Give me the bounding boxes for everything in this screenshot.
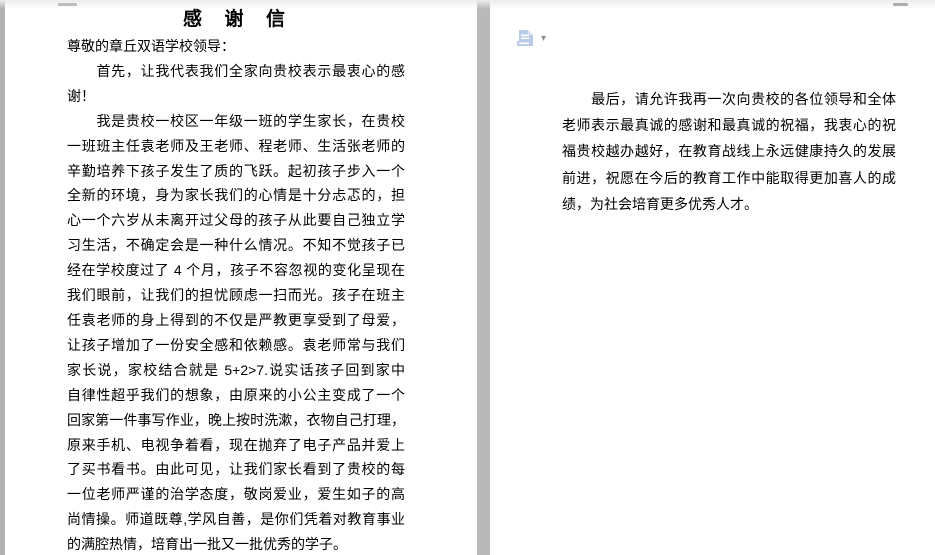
page-gutter (477, 0, 490, 555)
text-line[interactable]: 前进，祝愿在今后的教育工作中能取得更加喜人的成 (562, 165, 896, 191)
letter-body-page-1[interactable]: 尊敬的章丘双语学校领导： 首先，让我代表我们全家向贵校表示最衷心的感 谢！ 我是贵… (67, 34, 405, 555)
top-edge-handle-right (893, 3, 908, 6)
text-line[interactable]: 一班班主任袁老师及王老师、程老师、生活张老师的 (67, 134, 405, 159)
text-line[interactable]: 家长说，家校结合就是 5+2>7.说实话孩子回到家中 (67, 358, 405, 383)
text-line[interactable]: 自律性超乎我们的想象，由原来的小公主变成了一个 (67, 383, 405, 408)
top-edge-handle-left (58, 3, 77, 6)
paste-options-icon (515, 28, 537, 50)
text-line[interactable]: 一位老师严谨的治学态度，敬岗爱业，爱生如子的高 (67, 482, 405, 507)
text-line[interactable]: 我是贵校一校区一年级一班的学生家长，在贵校 (67, 109, 405, 134)
text-line[interactable]: 绩，为社会培育更多优秀人才。 (562, 191, 896, 217)
text-line[interactable]: 的满腔热情，培育出一批又一批优秀的学子。 (67, 532, 405, 555)
text-line[interactable]: 原来手机、电视争着看，现在抛弃了电子产品并爱上 (67, 433, 405, 458)
letter-body-page-2[interactable]: 最后，请允许我再一次向贵校的各位领导和全体 老师表示最真诚的感谢和最真诚的祝福，我… (562, 86, 896, 217)
text-line[interactable]: 老师表示最真诚的感谢和最真诚的祝福，我衷心的祝 (562, 112, 896, 138)
page-2-text-area[interactable]: 最后，请允许我再一次向贵校的各位领导和全体 老师表示最真诚的感谢和最真诚的祝福，我… (562, 86, 896, 217)
text-line[interactable]: 福贵校越办越好，在教育战线上永远健康持久的发展 (562, 138, 896, 164)
text-line[interactable]: 尚情操。师道既尊,学风自善，是你们凭着对教育事业 (67, 507, 405, 532)
page-1[interactable]: 感 谢 信 尊敬的章丘双语学校领导： 首先，让我代表我们全家向贵校表示最衷心的感… (5, 0, 477, 555)
text-line[interactable]: 我们眼前，让我们的担忧顾虑一扫而光。孩子在班主 (67, 283, 405, 308)
text-line[interactable]: 了买书看书。由此可见，让我们家长看到了贵校的每 (67, 457, 405, 482)
text-line[interactable]: 经在学校度过了 4 个月，孩子不容忽视的变化呈现在 (67, 258, 405, 283)
page-1-text-area[interactable]: 感 谢 信 尊敬的章丘双语学校领导： 首先，让我代表我们全家向贵校表示最衷心的感… (67, 5, 405, 555)
text-line[interactable]: 谢！ (67, 84, 405, 109)
text-line[interactable]: 尊敬的章丘双语学校领导： (67, 34, 405, 59)
text-line[interactable]: 全新的环境，身为家长我们的心情是十分忐忑的，担 (67, 183, 405, 208)
page-2[interactable]: ▾ 最后，请允许我再一次向贵校的各位领导和全体 老师表示最真诚的感谢和最真诚的祝福… (490, 0, 935, 555)
text-line[interactable]: 让孩子增加了一份安全感和依赖感。袁老师常与我们 (67, 333, 405, 358)
text-line[interactable]: 任袁老师的身上得到的不仅是严教更享受到了母爱， (67, 308, 405, 333)
text-line[interactable]: 习生活，不确定会是一种什么情况。不知不觉孩子已 (67, 233, 405, 258)
paste-options-button[interactable]: ▾ (515, 27, 553, 51)
text-line[interactable]: 心一个六岁从未离开过父母的孩子从此要自己独立学 (67, 208, 405, 233)
text-line[interactable]: 首先，让我代表我们全家向贵校表示最衷心的感 (67, 59, 405, 84)
document-canvas: 感 谢 信 尊敬的章丘双语学校领导： 首先，让我代表我们全家向贵校表示最衷心的感… (0, 0, 935, 555)
text-line[interactable]: 辛勤培养下孩子发生了质的飞跃。起初孩子步入一个 (67, 159, 405, 184)
text-line[interactable]: 最后，请允许我再一次向贵校的各位领导和全体 (562, 86, 896, 112)
text-line[interactable]: 回家第一件事写作业，晚上按时洗漱，衣物自己打理， (67, 408, 405, 433)
letter-title[interactable]: 感 谢 信 (67, 5, 405, 34)
chevron-down-icon[interactable]: ▾ (541, 34, 546, 44)
